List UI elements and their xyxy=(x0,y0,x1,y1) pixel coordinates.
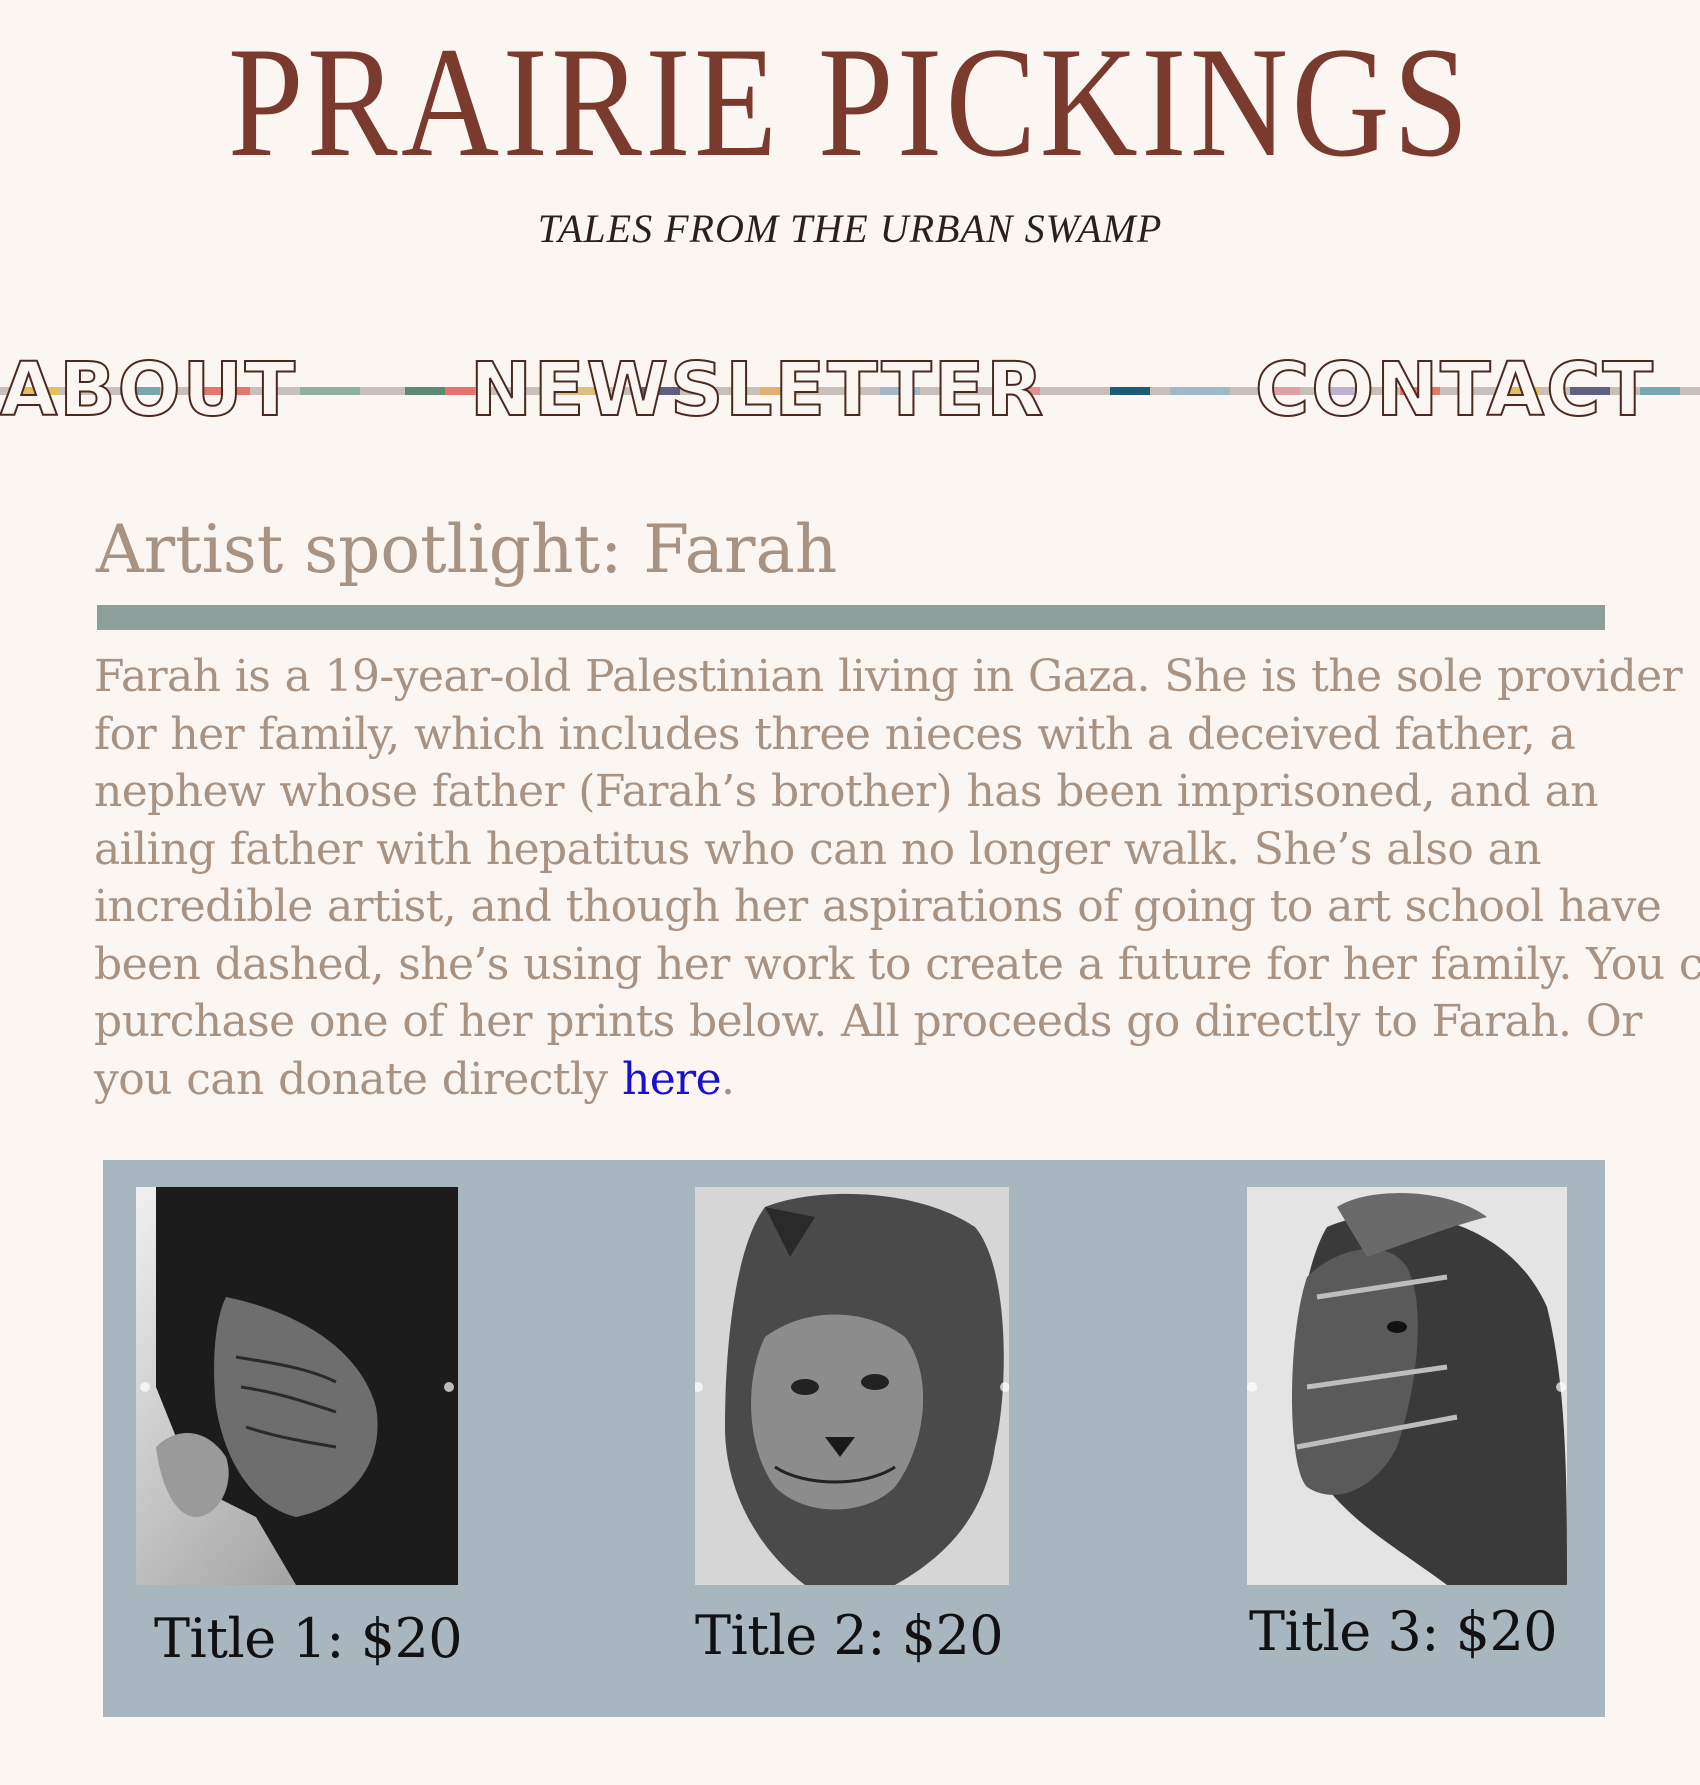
print-caption: Title 1: $20 xyxy=(154,1607,463,1670)
main-nav: ABOUT NEWSLETTER CONTACT xyxy=(0,349,1700,431)
print-caption: Title 2: $20 xyxy=(695,1604,1004,1667)
body-line: ailing father with hepatitus who can no … xyxy=(94,823,1542,875)
article-body: Farah is a 19-year-old Palestinian livin… xyxy=(94,648,1700,1109)
nav-contact-link[interactable]: CONTACT xyxy=(1254,349,1655,431)
body-line-text: you can donate directly xyxy=(94,1053,622,1105)
elderly-woman-drawing-icon[interactable] xyxy=(136,1187,458,1585)
print-gallery: Title 1: $20 Title 2: $20 Title 3: $20 xyxy=(103,1160,1605,1717)
horse-drawing-icon[interactable] xyxy=(1247,1187,1567,1585)
donate-link[interactable]: here xyxy=(622,1054,722,1105)
title-divider xyxy=(97,605,1605,630)
body-line: for her family, which includes three nie… xyxy=(94,708,1576,760)
lioness-drawing-icon[interactable] xyxy=(695,1187,1009,1585)
site-title[interactable]: PRAIRIE PICKINGS xyxy=(119,18,1581,188)
nav-about-link[interactable]: ABOUT xyxy=(0,349,297,431)
body-line: been dashed, she’s using her work to cre… xyxy=(94,938,1700,990)
print-card-3[interactable]: Title 3: $20 xyxy=(1247,1187,1577,1707)
print-card-2[interactable]: Title 2: $20 xyxy=(695,1187,1015,1707)
body-line-last: you can donate directly here. xyxy=(94,1051,1694,1109)
body-line: incredible artist, and though her aspira… xyxy=(94,881,1662,932)
body-line-end: . xyxy=(721,1053,735,1105)
site-tagline: TALES FROM THE URBAN SWAMP xyxy=(537,206,1163,251)
body-line: nephew whose father (Farah’s brother) ha… xyxy=(94,766,1599,817)
body-line: Farah is a 19-year-old Palestinian livin… xyxy=(94,651,1683,702)
nav-newsletter-link[interactable]: NEWSLETTER xyxy=(469,349,1045,431)
article-title: Artist spotlight: Farah xyxy=(96,511,838,588)
print-caption: Title 3: $20 xyxy=(1249,1600,1558,1663)
print-card-1[interactable]: Title 1: $20 xyxy=(136,1187,466,1707)
body-line: purchase one of her prints below. All pr… xyxy=(94,996,1642,1047)
